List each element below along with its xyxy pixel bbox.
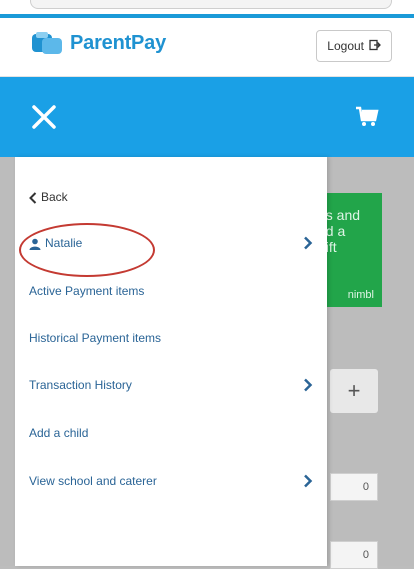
add-button[interactable]: +: [330, 369, 378, 413]
menu-item-label: View school and caterer: [29, 474, 157, 488]
back-link[interactable]: Back: [15, 177, 327, 217]
menu-item-label: Historical Payment items: [29, 331, 162, 345]
quantity-field[interactable]: 0: [330, 473, 378, 501]
promo-text: ds and nd a gift: [318, 207, 361, 255]
back-label: Back: [41, 190, 68, 204]
menu-item-active-payment-items[interactable]: Active Payment items: [15, 271, 327, 311]
logout-icon: [369, 39, 381, 54]
logout-label: Logout: [327, 39, 364, 53]
cart-icon[interactable]: [354, 104, 380, 130]
chevron-right-icon: [303, 378, 313, 392]
menu-item-transaction-history[interactable]: Transaction History: [15, 365, 327, 405]
browser-top-strip: [0, 0, 414, 18]
app-header: ParentPay Logout: [0, 18, 414, 77]
brand-name: ParentPay: [70, 31, 167, 54]
quantity-field[interactable]: 0: [330, 541, 378, 569]
promo-brand: nimbl: [347, 289, 374, 301]
logout-button[interactable]: Logout: [316, 30, 392, 62]
menu-item-historical-payment-items[interactable]: Historical Payment items: [15, 318, 327, 358]
menu-item-label: Active Payment items: [29, 284, 145, 298]
menu-item-view-school-and-caterer[interactable]: View school and caterer: [15, 461, 327, 501]
address-bar[interactable]: [30, 0, 392, 9]
menu-bar: [0, 77, 414, 157]
menu-item-label: Add a child: [29, 426, 89, 440]
chevron-left-icon: [29, 191, 37, 204]
promo-banner[interactable]: ds and nd a gift nimbl: [318, 193, 382, 307]
navigation-drawer: Back Natalie Active Payment items Histor…: [15, 157, 327, 566]
close-icon[interactable]: [28, 101, 60, 133]
parentpay-logo-icon: [30, 30, 64, 56]
chevron-right-icon: [303, 474, 313, 488]
menu-item-add-a-child[interactable]: Add a child: [15, 413, 327, 453]
chevron-right-icon: [303, 236, 313, 250]
parentpay-logo[interactable]: ParentPay: [30, 30, 166, 56]
menu-item-label: Transaction History: [29, 378, 132, 392]
highlight-annotation: [19, 223, 155, 277]
